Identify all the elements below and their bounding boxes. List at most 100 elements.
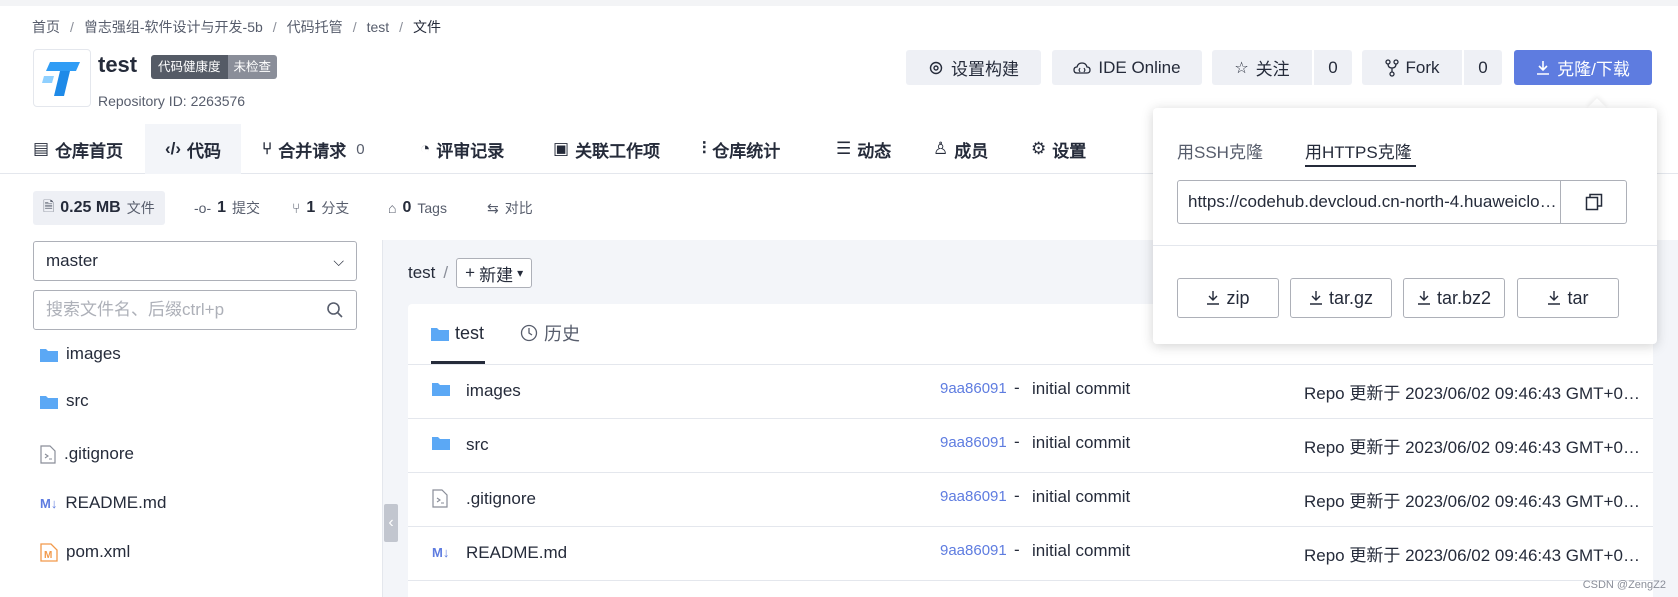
tab-files[interactable]: test <box>431 318 484 348</box>
download-tarbz2-button[interactable]: tar.bz2 <box>1403 278 1505 318</box>
row-name[interactable]: .gitignore <box>466 489 536 509</box>
download-zip-button[interactable]: zip <box>1177 278 1279 318</box>
merge-count: 0 <box>356 140 365 158</box>
commit-icon: -o- <box>194 200 212 216</box>
breadcrumb-current: 文件 <box>413 19 442 35</box>
watch-count[interactable]: 0 <box>1314 50 1352 85</box>
tree-item-label: src <box>66 391 89 410</box>
row-commit-hash[interactable]: 9aa86091 <box>940 488 1007 505</box>
row-dash: - <box>1014 378 1020 397</box>
new-dropdown-button[interactable]: + 新建 ▾ <box>456 258 533 288</box>
tab-work-items-label: 关联工作项 <box>575 141 661 161</box>
tab-merge-requests[interactable]: ⑂ 合并请求 0 <box>262 124 365 174</box>
tab-files-label: test <box>455 322 485 343</box>
download-zip-label: zip <box>1226 287 1250 308</box>
collapse-panel-handle[interactable]: ‹ <box>384 504 398 542</box>
tree-item-pom[interactable]: M pom.xml <box>40 538 130 566</box>
panel-divider <box>382 240 383 597</box>
breadcrumb-project[interactable]: 曾志强组-软件设计与开发-5b <box>84 17 263 37</box>
tab-members-label: 成员 <box>954 141 989 161</box>
table-row[interactable]: images 9aa86091 - initial commit Repo 更新… <box>408 365 1653 419</box>
row-name[interactable]: images <box>466 381 521 401</box>
stat-compare[interactable]: ⇆ 对比 <box>487 191 533 225</box>
branch-select[interactable]: master ⌵ <box>33 241 357 281</box>
tree-item-readme[interactable]: M↓ README.md <box>40 489 166 517</box>
tab-work-items[interactable]: ▣ 关联工作项 <box>553 124 660 174</box>
tab-settings[interactable]: ⚙ 设置 <box>1031 124 1086 174</box>
tab-history[interactable]: 历史 <box>520 318 580 348</box>
clone-download-button[interactable]: 克隆/下载 <box>1514 50 1652 85</box>
tree-item-src[interactable]: src <box>40 387 89 415</box>
watch-button[interactable]: ☆ 关注 <box>1212 50 1312 85</box>
svg-text:M: M <box>44 550 52 561</box>
tab-statistics[interactable]: ⫶ 仓库统计 <box>702 124 780 174</box>
compare-icon: ⇆ <box>487 199 499 216</box>
tree-item-label: .gitignore <box>64 444 134 463</box>
download-icon <box>1207 291 1220 305</box>
stat-commits[interactable]: -o- 1 提交 <box>194 191 260 225</box>
breadcrumb-repo[interactable]: test <box>367 19 390 35</box>
row-commit-message: initial commit <box>1032 541 1131 560</box>
build-settings-button[interactable]: 设置构建 <box>906 50 1041 85</box>
stat-branches[interactable]: ⑂ 1 分支 <box>292 191 349 225</box>
fork-button[interactable]: Fork <box>1362 50 1462 85</box>
file-search-input[interactable] <box>46 300 316 320</box>
tab-home[interactable]: ▤ 仓库首页 <box>33 124 123 174</box>
copy-button[interactable] <box>1560 181 1626 223</box>
clone-url-field[interactable]: https://codehub.devcloud.cn-north-4.huaw… <box>1177 180 1627 224</box>
tab-members[interactable]: ♙ 成员 <box>933 124 988 174</box>
table-row[interactable]: src 9aa86091 - initial commit Repo 更新于 2… <box>408 419 1653 473</box>
chevron-down-icon: ⌵ <box>333 252 344 269</box>
star-icon: ☆ <box>1234 59 1249 77</box>
breadcrumb-codehub[interactable]: 代码托管 <box>287 17 343 37</box>
stat-tags-value: 0 <box>402 199 412 216</box>
tab-code[interactable]: ‹/› 代码 <box>145 124 242 174</box>
path-root[interactable]: test <box>408 263 435 283</box>
row-commit-message: initial commit <box>1032 379 1131 398</box>
row-name[interactable]: src <box>466 435 489 455</box>
file-icon <box>40 444 56 464</box>
health-badge[interactable]: 代码健康度 未检查 <box>151 55 278 79</box>
row-commit-hash[interactable]: 9aa86091 <box>940 542 1007 559</box>
tree-item-images[interactable]: images <box>40 340 121 368</box>
table-row[interactable]: .gitignore 9aa86091 - initial commit Rep… <box>408 473 1653 527</box>
tag-icon: ⌂ <box>388 200 397 216</box>
chart-icon: ⫶ <box>702 139 707 158</box>
tab-https-clone[interactable]: 用HTTPS克隆 <box>1305 138 1412 163</box>
folder-icon <box>431 327 449 341</box>
tree-item-gitignore[interactable]: .gitignore <box>40 440 134 468</box>
row-updated: Repo 更新于 2023/06/02 09:46:43 GMT+08:00 <box>1304 492 1649 511</box>
clone-url[interactable]: https://codehub.devcloud.cn-north-4.huaw… <box>1178 192 1562 212</box>
table-row[interactable]: M↓ README.md 9aa86091 - initial commit R… <box>408 527 1653 581</box>
fork-icon <box>1384 58 1399 77</box>
tab-ssh-clone[interactable]: 用SSH克隆 <box>1177 138 1263 163</box>
download-tar-button[interactable]: tar <box>1517 278 1619 318</box>
row-name[interactable]: README.md <box>466 543 567 563</box>
stat-size[interactable]: 🗎 0.25 MB 文件 <box>33 191 165 225</box>
row-commit-hash[interactable]: 9aa86091 <box>940 380 1007 397</box>
list-icon: ☰ <box>836 139 852 158</box>
row-commit-hash[interactable]: 9aa86091 <box>940 434 1007 451</box>
download-targz-label: tar.gz <box>1328 287 1374 308</box>
tab-activity-label: 动态 <box>857 141 892 161</box>
file-size-icon: 🗎 <box>43 198 55 214</box>
fork-count[interactable]: 0 <box>1464 50 1502 85</box>
stat-commits-label: 提交 <box>232 200 261 216</box>
row-dash: - <box>1014 486 1020 505</box>
folder-icon <box>40 395 58 409</box>
chevron-down-icon: ▾ <box>517 266 524 280</box>
stat-size-label: 文件 <box>126 200 155 216</box>
download-targz-button[interactable]: tar.gz <box>1290 278 1392 318</box>
stat-tags[interactable]: ⌂ 0 Tags <box>388 191 447 225</box>
code-icon: ‹/› <box>165 139 182 158</box>
tab-merge-label: 合并请求 <box>278 141 347 161</box>
tab-code-label: 代码 <box>187 141 222 161</box>
tab-activity[interactable]: ☰ 动态 <box>836 124 891 174</box>
repo-home-icon: ▤ <box>33 139 50 158</box>
top-edge <box>0 0 1678 6</box>
ide-online-button[interactable]: IDE Online <box>1052 50 1202 85</box>
health-status: 未检查 <box>227 55 278 79</box>
tab-reviews[interactable]: ◔ 评审记录 <box>420 124 504 174</box>
build-settings-label: 设置构建 <box>951 60 1019 79</box>
breadcrumb-home[interactable]: 首页 <box>32 17 60 37</box>
